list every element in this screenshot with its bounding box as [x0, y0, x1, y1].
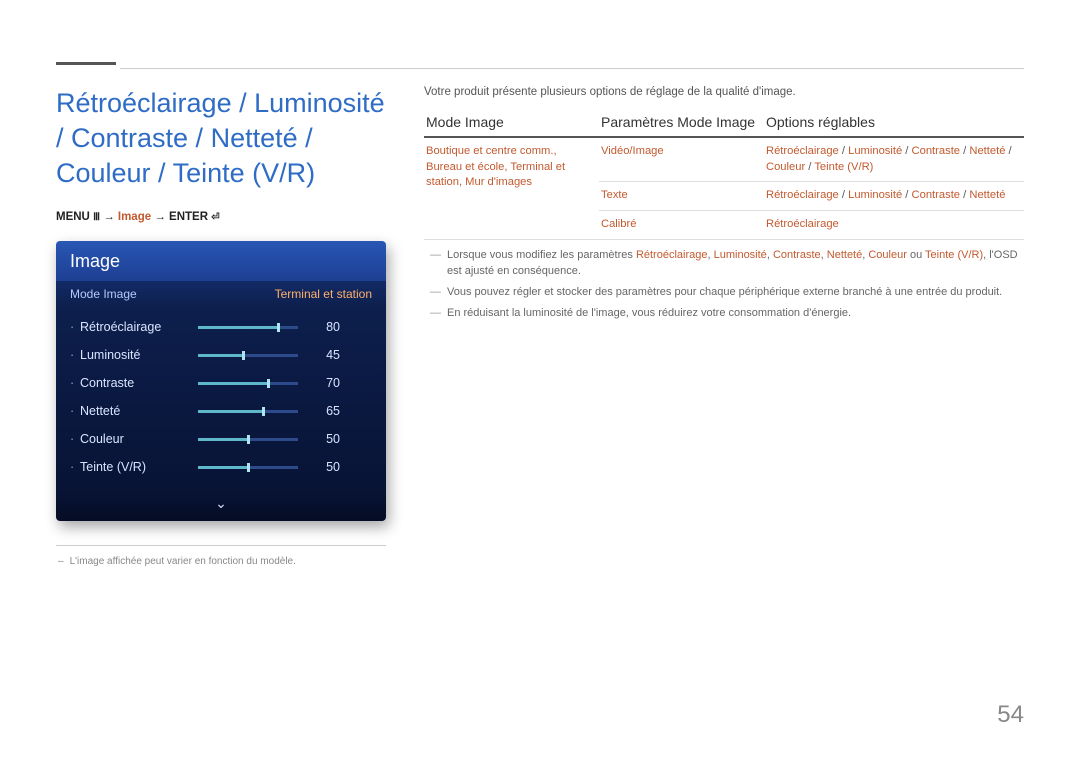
note-item: Lorsque vous modifiez les paramètres Rét…	[430, 248, 1024, 280]
th-mode: Mode Image	[424, 114, 599, 137]
slider-label: Luminosité	[80, 348, 198, 362]
footnote: L'image affichée peut varier en fonction…	[56, 546, 386, 567]
bullet-icon: ·	[70, 404, 80, 418]
device-row[interactable]: ·Luminosité 45	[70, 341, 372, 369]
device-sub-value: Terminal et station	[275, 287, 372, 301]
bullet-icon: ·	[70, 348, 80, 362]
slider-value: 50	[310, 432, 340, 446]
menu-path: MENU Ⅲ → Image → ENTER ⏎	[56, 211, 386, 223]
device-sub-label: Mode Image	[70, 287, 137, 301]
slider-label: Teinte (V/R)	[80, 460, 198, 474]
slider-track[interactable]	[198, 466, 298, 469]
intro-text: Votre produit présente plusieurs options…	[424, 86, 1024, 98]
enter-icon: ⏎	[211, 212, 219, 223]
menu-image: Image	[118, 211, 151, 223]
slider-value: 50	[310, 460, 340, 474]
slider-value: 80	[310, 320, 340, 334]
page-title: Rétroéclairage / Luminosité / Contraste …	[56, 86, 386, 191]
slider-track[interactable]	[198, 382, 298, 385]
cell-options: Rétroéclairage	[764, 211, 1024, 240]
device-preview: Image Mode Image Terminal et station ·Ré…	[56, 241, 386, 521]
device-row[interactable]: ·Teinte (V/R) 50	[70, 453, 372, 481]
cell-param: Calibré	[599, 211, 764, 240]
note-item: En réduisant la luminosité de l'image, v…	[430, 306, 1024, 322]
slider-value: 65	[310, 404, 340, 418]
table-row: Boutique et centre comm., Bureau et écol…	[424, 137, 1024, 182]
menu-enter: ENTER	[169, 211, 208, 223]
cell-param: Texte	[599, 182, 764, 211]
th-param: Paramètres Mode Image	[599, 114, 764, 137]
device-subheader[interactable]: Mode Image Terminal et station	[56, 281, 386, 307]
bullet-icon: ·	[70, 460, 80, 474]
bullet-icon: ·	[70, 432, 80, 446]
device-title: Image	[56, 241, 386, 281]
page-number: 54	[997, 701, 1024, 729]
cell-options: Rétroéclairage / Luminosité / Contraste …	[764, 137, 1024, 182]
menu-text: MENU	[56, 211, 90, 223]
cell-options: Rétroéclairage / Luminosité / Contraste …	[764, 182, 1024, 211]
bullet-icon: ·	[70, 376, 80, 390]
device-row[interactable]: ·Couleur 50	[70, 425, 372, 453]
cell-param: Vidéo/Image	[599, 137, 764, 182]
slider-label: Rétroéclairage	[80, 320, 198, 334]
slider-track[interactable]	[198, 410, 298, 413]
slider-label: Netteté	[80, 404, 198, 418]
bullet-icon: ·	[70, 320, 80, 334]
slider-track[interactable]	[198, 354, 298, 357]
slider-value: 70	[310, 376, 340, 390]
arrow-icon: →	[154, 211, 169, 223]
options-table: Mode Image Paramètres Mode Image Options…	[424, 114, 1024, 240]
arrow-icon: →	[103, 211, 118, 223]
notes-list: Lorsque vous modifiez les paramètres Rét…	[424, 248, 1024, 322]
header-rule-short	[56, 62, 116, 65]
header-rule-long	[120, 68, 1024, 69]
menu-icon: Ⅲ	[93, 212, 100, 223]
slider-label: Contraste	[80, 376, 198, 390]
slider-label: Couleur	[80, 432, 198, 446]
chevron-down-icon[interactable]: ⌄	[215, 495, 227, 511]
slider-track[interactable]	[198, 326, 298, 329]
device-row[interactable]: ·Contraste 70	[70, 369, 372, 397]
note-item: Vous pouvez régler et stocker des paramè…	[430, 285, 1024, 301]
th-opt: Options réglables	[764, 114, 1024, 137]
cell-mode: Boutique et centre comm., Bureau et écol…	[424, 137, 599, 239]
slider-track[interactable]	[198, 438, 298, 441]
device-row[interactable]: ·Rétroéclairage 80	[70, 313, 372, 341]
footnote-text: L'image affichée peut varier en fonction…	[70, 556, 296, 567]
device-row[interactable]: ·Netteté 65	[70, 397, 372, 425]
slider-value: 45	[310, 348, 340, 362]
